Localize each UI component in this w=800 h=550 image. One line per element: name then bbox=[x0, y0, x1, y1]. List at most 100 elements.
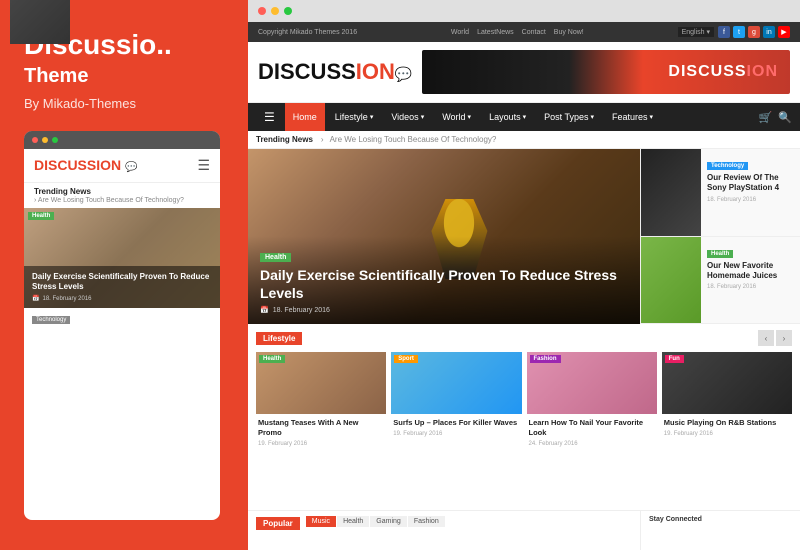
nav-item-home[interactable]: Home bbox=[285, 103, 325, 131]
google-plus-icon[interactable]: g bbox=[748, 26, 760, 38]
lifestyle-card-3[interactable]: Fashion Learn How To Nail Your Favorite … bbox=[527, 352, 657, 506]
featured-main-image[interactable]: Health Daily Exercise Scientifically Pro… bbox=[248, 149, 640, 324]
topbar-buy[interactable]: Buy Now! bbox=[554, 29, 584, 36]
header-banner[interactable]: DISCUSSION bbox=[422, 50, 790, 94]
tab-health[interactable]: Health bbox=[337, 516, 369, 527]
lc-date-2: 19. February 2016 bbox=[393, 431, 519, 437]
lifestyle-cards: Health Mustang Teases With A New Promo 1… bbox=[256, 352, 792, 506]
lifestyle-section-header: Lifestyle ‹ › bbox=[256, 330, 792, 346]
mobile-article-date: 📅18. February 2016 bbox=[32, 295, 212, 302]
nav-item-layouts[interactable]: Layouts ▾ bbox=[481, 103, 534, 131]
lifestyle-section: Lifestyle ‹ › Health Mustang Teases With… bbox=[248, 324, 800, 510]
featured-date: 📅18. February 2016 bbox=[260, 306, 628, 314]
lc-title-3: Learn How To Nail Your Favorite Look bbox=[529, 418, 655, 438]
bottom-section: Popular Music Health Gaming Fashion Stay… bbox=[248, 510, 800, 550]
lifestyle-card-1[interactable]: Health Mustang Teases With A New Promo 1… bbox=[256, 352, 386, 506]
tab-music[interactable]: Music bbox=[306, 516, 336, 527]
lc-badge-1: Health bbox=[259, 355, 285, 363]
mobile-article-image: Health Daily Exercise Scientifically Pro… bbox=[24, 208, 220, 308]
featured-title: Daily Exercise Scientifically Proven To … bbox=[260, 266, 628, 302]
tab-fashion[interactable]: Fashion bbox=[408, 516, 445, 527]
lifestyle-card-4[interactable]: Fun Music Playing On R&B Stations 19. Fe… bbox=[662, 352, 792, 506]
topbar-contact[interactable]: Contact bbox=[522, 29, 546, 36]
topbar-world[interactable]: World bbox=[451, 29, 469, 36]
facebook-icon[interactable]: f bbox=[718, 26, 730, 38]
youtube-icon[interactable]: ▶ bbox=[778, 26, 790, 38]
trending-text: Are We Losing Touch Because Of Technolog… bbox=[330, 135, 497, 144]
banner-logo-text: DISCUSSION bbox=[668, 63, 778, 81]
browser-dot-green[interactable] bbox=[284, 7, 292, 15]
mobile-tech-badge: Technology bbox=[32, 316, 70, 324]
nav-item-world[interactable]: World ▾ bbox=[434, 103, 479, 131]
browser-chrome bbox=[248, 0, 800, 22]
nav-hamburger-icon[interactable]: ☰ bbox=[256, 110, 283, 124]
tab-gaming[interactable]: Gaming bbox=[370, 516, 407, 527]
sidebar-article-image-2 bbox=[641, 237, 701, 324]
lc-date-4: 19. February 2016 bbox=[664, 431, 790, 437]
mobile-article-title: Daily Exercise Scientifically Proven To … bbox=[32, 272, 212, 293]
mobile-header: DISCUSSION 💬 ☰ bbox=[24, 149, 220, 183]
stay-connected-label: Stay Connected bbox=[649, 516, 792, 523]
lc-badge-4: Fun bbox=[665, 355, 684, 363]
sa-title-1: Our Review Of The Sony PlayStation 4 bbox=[707, 173, 794, 194]
mobile-top-bar bbox=[24, 131, 220, 149]
topbar-lang[interactable]: English ▾ bbox=[678, 27, 714, 37]
lc-info-2: Surfs Up – Places For Killer Waves 19. F… bbox=[391, 414, 521, 506]
lifestyle-card-2[interactable]: Sport Surfs Up – Places For Killer Waves… bbox=[391, 352, 521, 506]
hamburger-icon[interactable]: ☰ bbox=[197, 157, 210, 174]
topbar-copyright: Copyright Mikado Themes 2016 bbox=[258, 29, 357, 36]
bottom-left: Popular Music Health Gaming Fashion bbox=[248, 511, 640, 550]
sa-badge-2: Health bbox=[707, 250, 733, 258]
sidebar-article-info-2: Health Our New Favorite Homemade Juices … bbox=[701, 237, 800, 324]
social-icons: f t g in ▶ bbox=[718, 26, 790, 38]
nav-item-lifestyle[interactable]: Lifestyle ▾ bbox=[327, 103, 382, 131]
lc-info-4: Music Playing On R&B Stations 19. Februa… bbox=[662, 414, 792, 506]
cart-icon[interactable]: 🛒 bbox=[759, 111, 773, 124]
sa-date-2: 18. February 2016 bbox=[707, 284, 794, 290]
mobile-trending-label: Trending News bbox=[24, 183, 220, 197]
featured-badge: Health bbox=[260, 253, 291, 262]
lc-title-1: Mustang Teases With A New Promo bbox=[258, 418, 384, 438]
sa-date-1: 18. February 2016 bbox=[707, 197, 794, 203]
sidebar-article-1[interactable]: Technology Our Review Of The Sony PlaySt… bbox=[641, 149, 800, 237]
nav-item-features[interactable]: Features ▾ bbox=[604, 103, 661, 131]
lc-title-2: Surfs Up – Places For Killer Waves bbox=[393, 418, 519, 428]
sa-badge-1: Technology bbox=[707, 162, 748, 170]
trending-arrow: › bbox=[321, 135, 324, 144]
nav-item-videos[interactable]: Videos ▾ bbox=[383, 103, 432, 131]
popular-badge: Popular bbox=[256, 517, 300, 530]
mobile-article-text: Daily Exercise Scientifically Proven To … bbox=[24, 266, 220, 308]
site-topbar: Copyright Mikado Themes 2016 World Lates… bbox=[248, 22, 800, 42]
sidebar-article-image-1 bbox=[641, 149, 701, 236]
browser-dot-yellow[interactable] bbox=[271, 7, 279, 15]
mobile-trending-text: › Are We Losing Touch Because Of Technol… bbox=[24, 197, 220, 208]
mobile-dot-red bbox=[32, 137, 38, 143]
linkedin-icon[interactable]: in bbox=[763, 26, 775, 38]
browser-dot-red[interactable] bbox=[258, 7, 266, 15]
next-arrow[interactable]: › bbox=[776, 330, 792, 346]
lc-date-3: 24. February 2016 bbox=[529, 441, 655, 447]
prev-arrow[interactable]: ‹ bbox=[758, 330, 774, 346]
search-icon[interactable]: 🔍 bbox=[778, 111, 792, 124]
site-logo[interactable]: DISCUSSION💬 bbox=[258, 59, 412, 85]
featured-section: Health Daily Exercise Scientifically Pro… bbox=[248, 149, 800, 324]
lc-image-2: Sport bbox=[391, 352, 521, 414]
mobile-dot-yellow bbox=[42, 137, 48, 143]
sa-title-2: Our New Favorite Homemade Juices bbox=[707, 261, 794, 282]
topbar-nav: World LatestNews Contact Buy Now! bbox=[451, 29, 584, 36]
mobile-tech-badge-row: Technology bbox=[24, 308, 220, 326]
lc-image-4: Fun bbox=[662, 352, 792, 414]
twitter-icon[interactable]: t bbox=[733, 26, 745, 38]
sidebar-article-2[interactable]: Health Our New Favorite Homemade Juices … bbox=[641, 237, 800, 325]
lc-title-4: Music Playing On R&B Stations bbox=[664, 418, 790, 428]
nav-item-post-types[interactable]: Post Types ▾ bbox=[536, 103, 602, 131]
right-panel: Copyright Mikado Themes 2016 World Lates… bbox=[248, 0, 800, 550]
sidebar-article-info-1: Technology Our Review Of The Sony PlaySt… bbox=[701, 149, 800, 236]
trending-label: Trending News bbox=[256, 135, 313, 144]
topbar-latest[interactable]: LatestNews bbox=[477, 29, 514, 36]
lc-image-3: Fashion bbox=[527, 352, 657, 414]
lifestyle-badge: Lifestyle bbox=[256, 332, 302, 345]
topbar-right: English ▾ f t g in ▶ bbox=[678, 26, 790, 38]
site-header: DISCUSSION💬 DISCUSSION bbox=[248, 42, 800, 103]
left-by: By Mikado-Themes bbox=[24, 96, 224, 111]
